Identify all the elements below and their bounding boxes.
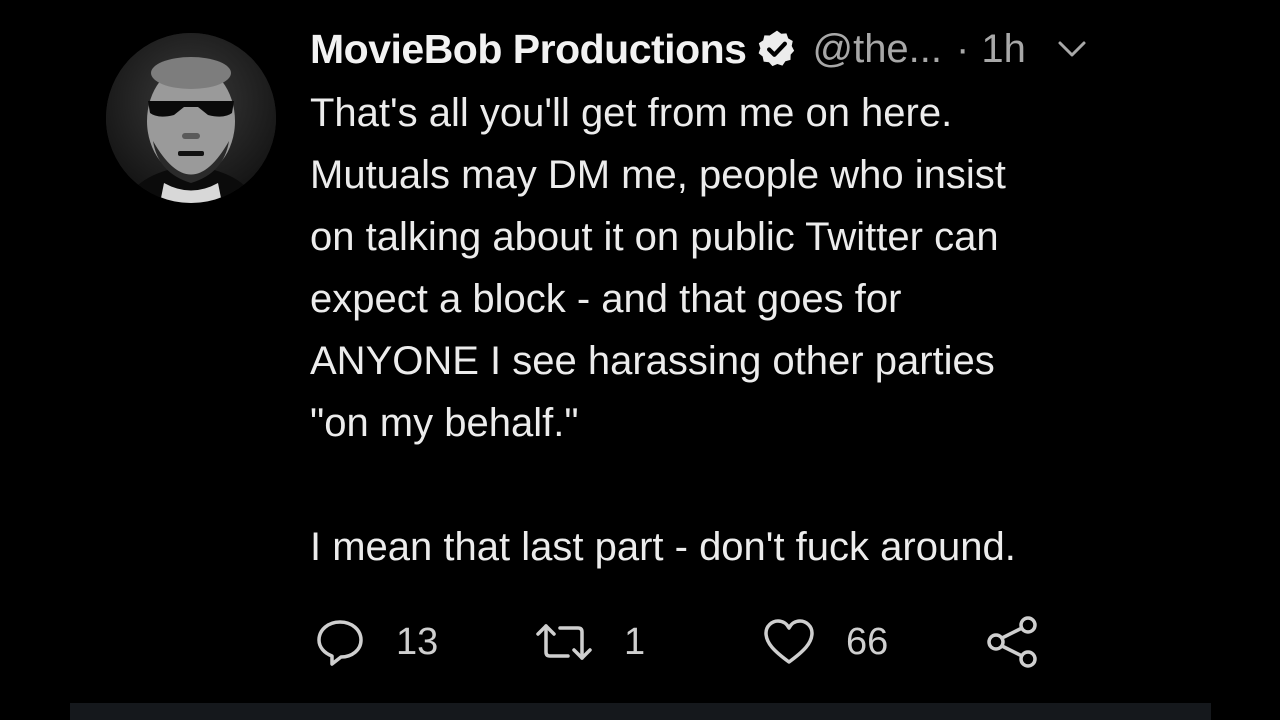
tweet-body: That's all you'll get from me on here. M… [310,82,1210,578]
retweet-count: 1 [624,620,646,663]
tweet-actions: 13 1 66 [310,612,1070,672]
reply-button[interactable]: 13 [314,612,438,672]
avatar-image [106,33,276,203]
like-count: 66 [846,620,889,663]
handle[interactable]: @the... [812,27,942,72]
tweet-text-paragraph: That's all you'll get from me on here. M… [310,91,1006,445]
separator-dot: · [956,26,970,71]
chevron-down-icon[interactable] [1052,29,1092,69]
heart-icon [762,616,816,668]
tweet[interactable]: MovieBob Productions @the... · 1h That's… [0,0,1280,720]
share-icon [986,616,1040,668]
tweet-text-paragraph: I mean that last part - don't fuck aroun… [310,525,1016,569]
timestamp[interactable]: 1h [981,27,1026,72]
retweet-icon [534,616,594,668]
reply-count: 13 [396,620,439,663]
share-button[interactable] [986,612,1040,672]
avatar[interactable] [106,33,276,203]
bottom-divider [70,703,1211,720]
reply-icon [314,616,366,668]
retweet-button[interactable]: 1 [534,612,645,672]
display-name[interactable]: MovieBob Productions [310,26,747,73]
verified-badge-icon [756,28,798,70]
tweet-header: MovieBob Productions @the... · 1h [310,22,1092,76]
like-button[interactable]: 66 [762,612,888,672]
